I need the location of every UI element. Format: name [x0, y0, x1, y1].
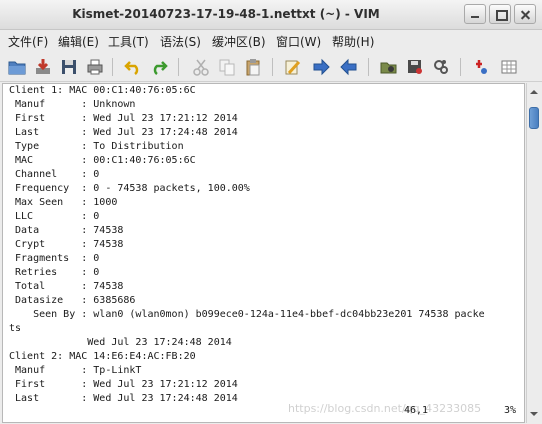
- find-prev-icon[interactable]: [340, 58, 358, 76]
- copy-icon[interactable]: [218, 58, 236, 76]
- window-title: Kismet-20140723-17-19-48-1.nettxt (~) - …: [72, 7, 380, 21]
- menu-tools[interactable]: 工具(T): [108, 33, 149, 50]
- watermark: https://blog.csdn.net/qq_43233085: [288, 402, 482, 415]
- run-script-icon[interactable]: [432, 58, 450, 76]
- undo-icon[interactable]: [124, 58, 142, 76]
- save-down-icon[interactable]: [34, 58, 52, 76]
- editor-line: Frequency : 0 - 74538 packets, 100.00%: [9, 183, 250, 194]
- cursor-position: 46,1: [404, 405, 429, 416]
- editor-line: Max Seen : 1000: [9, 197, 118, 208]
- scroll-down-icon[interactable]: [528, 408, 540, 420]
- editor-line: Channel : 0: [9, 169, 100, 180]
- menu-window[interactable]: 窗口(W): [276, 33, 321, 50]
- floppy-icon[interactable]: [60, 58, 78, 76]
- editor-line: Retries : 0: [9, 267, 100, 278]
- open-icon[interactable]: [8, 58, 26, 76]
- editor-line: Data : 74538: [9, 225, 124, 236]
- editor-line: Crypt : 74538: [9, 239, 124, 250]
- scroll-up-icon[interactable]: [528, 86, 540, 98]
- editor-line: Fragments : 0: [9, 253, 100, 264]
- editor-line: Datasize : 6385686: [9, 295, 136, 306]
- print-icon[interactable]: [86, 58, 104, 76]
- load-session-icon[interactable]: [380, 58, 398, 76]
- editor-line: Manuf : Tp-LinkT: [9, 365, 142, 376]
- menu-syntax[interactable]: 语法(S): [160, 33, 201, 50]
- editor-line: Last : Wed Jul 23 17:24:48 2014: [9, 127, 238, 138]
- text-editor[interactable]: Client 1: MAC 00:C1:40:76:05:6C Manuf : …: [2, 83, 525, 423]
- toolbar-separator: [178, 58, 179, 76]
- make-icon[interactable]: [472, 58, 490, 76]
- editor-line: Last : Wed Jul 23 17:24:48 2014: [9, 393, 238, 404]
- title-bar: Kismet-20140723-17-19-48-1.nettxt (~) - …: [0, 0, 542, 30]
- vim-window: Kismet-20140723-17-19-48-1.nettxt (~) - …: [0, 0, 542, 424]
- toolbar-separator: [272, 58, 273, 76]
- menu-edit[interactable]: 编辑(E): [58, 33, 99, 50]
- editor-line: First : Wed Jul 23 17:21:12 2014: [9, 113, 238, 124]
- ctags-icon[interactable]: [500, 58, 518, 76]
- toolbar-separator: [460, 58, 461, 76]
- editor-line: Total : 74538: [9, 281, 124, 292]
- find-replace-icon[interactable]: [284, 58, 302, 76]
- save-session-icon[interactable]: [406, 58, 424, 76]
- close-button[interactable]: [514, 4, 536, 24]
- vertical-scrollbar[interactable]: [526, 83, 540, 423]
- scroll-percent: 3%: [504, 405, 517, 416]
- redo-icon[interactable]: [150, 58, 168, 76]
- editor-line: Client 2: MAC 14:E6:E4:AC:FB:20: [9, 351, 196, 362]
- editor-line: Type : To Distribution: [9, 141, 184, 152]
- find-next-icon[interactable]: [312, 58, 330, 76]
- scrollbar-thumb[interactable]: [529, 107, 539, 129]
- minimize-button[interactable]: [464, 4, 486, 24]
- paste-icon[interactable]: [244, 58, 262, 76]
- toolbar: [0, 52, 542, 82]
- maximize-button[interactable]: [489, 4, 511, 24]
- menu-bar: 文件(F) 编辑(E) 工具(T) 语法(S) 缓冲区(B) 窗口(W) 帮助(…: [0, 30, 542, 52]
- editor-line: ts: [9, 323, 22, 334]
- toolbar-separator: [368, 58, 369, 76]
- menu-buffers[interactable]: 缓冲区(B): [212, 33, 266, 50]
- editor-line: Seen By : wlan0 (wlan0mon) b099ece0-124a…: [9, 309, 485, 320]
- editor-line: First : Wed Jul 23 17:21:12 2014: [9, 379, 238, 390]
- menu-help[interactable]: 帮助(H): [332, 33, 374, 50]
- cut-icon[interactable]: [192, 58, 210, 76]
- editor-line: LLC : 0: [9, 211, 100, 222]
- editor-line: Manuf : Unknown: [9, 99, 136, 110]
- editor-line: Client 1: MAC 00:C1:40:76:05:6C: [9, 85, 196, 96]
- editor-line: Wed Jul 23 17:24:48 2014: [9, 337, 232, 348]
- toolbar-separator: [112, 58, 113, 76]
- editor-line: MAC : 00:C1:40:76:05:6C: [9, 155, 196, 166]
- menu-file[interactable]: 文件(F): [8, 33, 48, 50]
